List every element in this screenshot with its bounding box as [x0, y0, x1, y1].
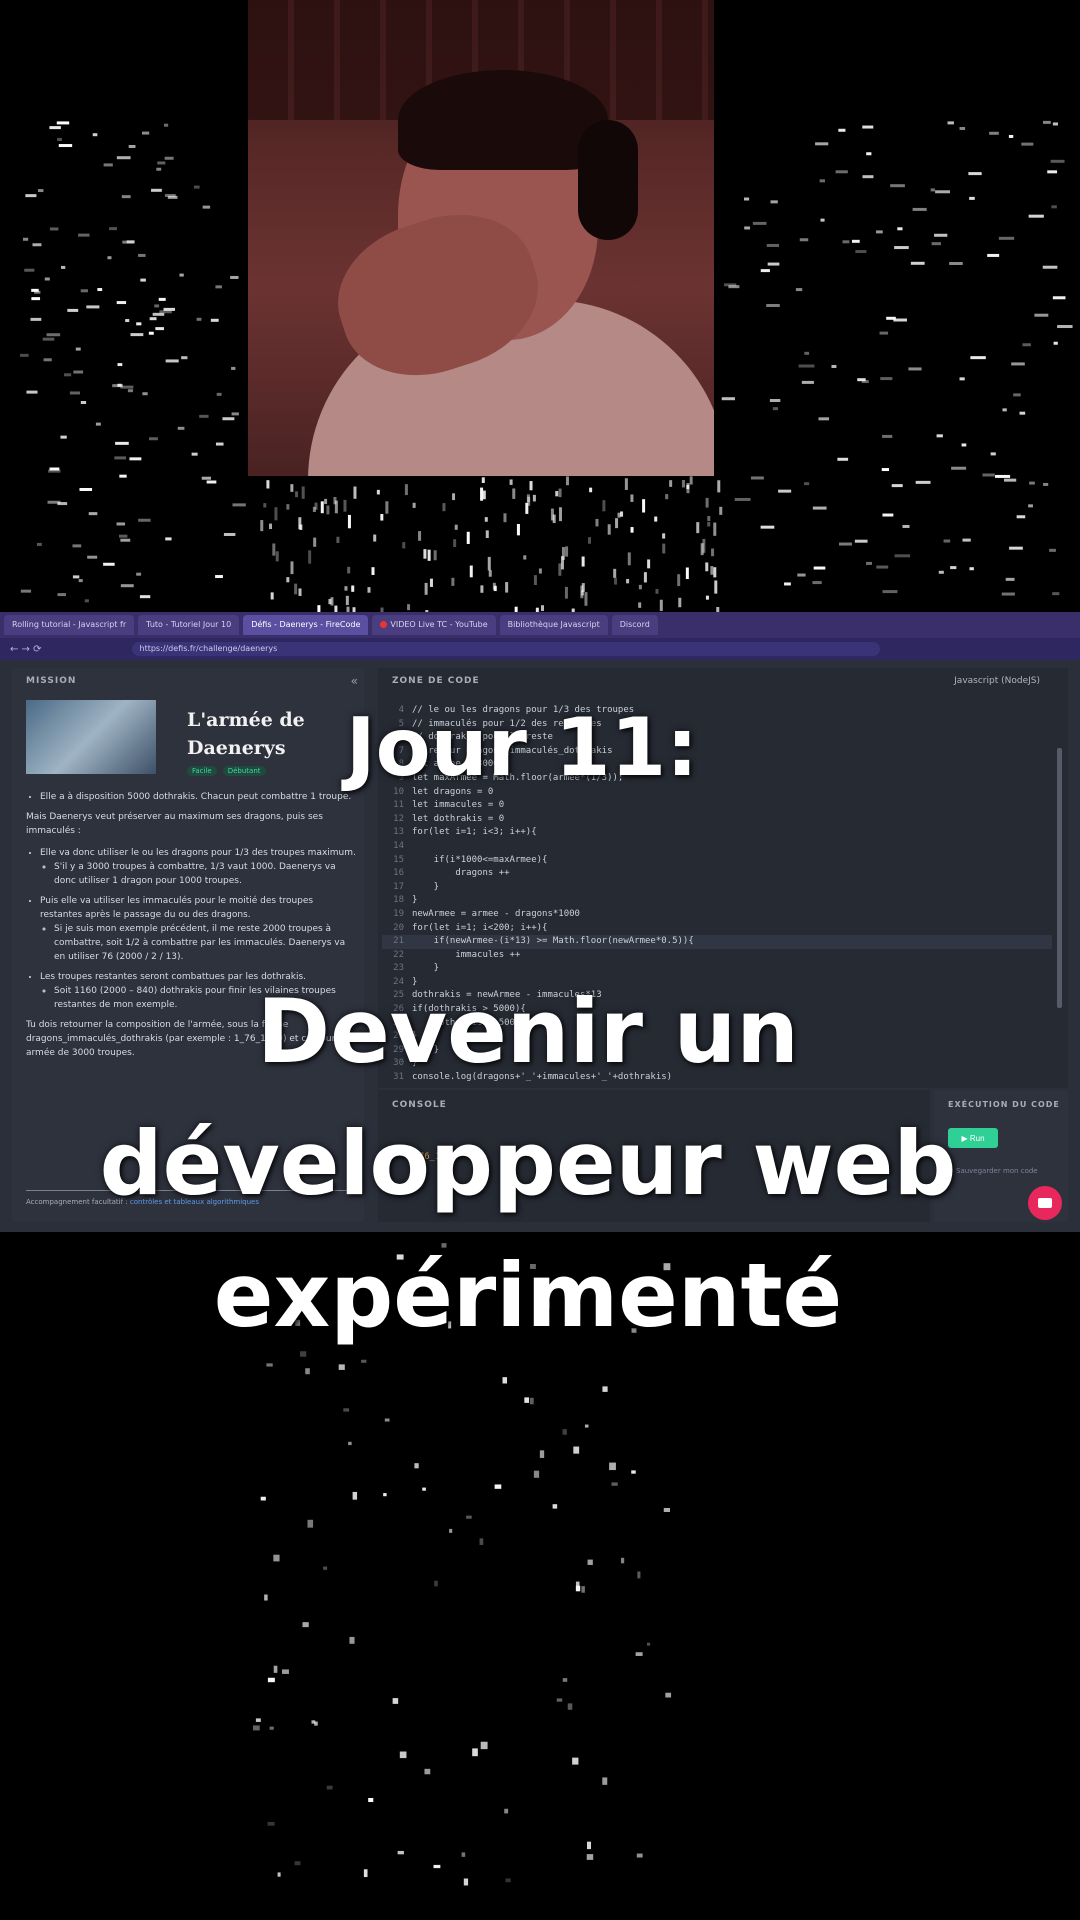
code-text: } [412, 895, 418, 906]
browser-tab-youtube[interactable]: VIDEO Live TC - YouTube [372, 615, 496, 635]
person-hair [398, 70, 608, 170]
mission-heading: MISSION [26, 676, 77, 686]
mission-subbullet: S'il y a 3000 troupes à combattre, 1/3 v… [54, 860, 356, 888]
mission-bullet-text: Elle va donc utiliser le ou les dragons … [40, 848, 356, 858]
collapse-icon[interactable]: « [351, 674, 358, 688]
line-number: 19 [393, 908, 404, 919]
line-number: 22 [393, 949, 404, 960]
line-number: 11 [393, 800, 404, 811]
code-line[interactable]: 21 if(newArmee-(i*13) >= Math.floor(newA… [382, 935, 1052, 949]
line-number: 15 [393, 854, 404, 865]
code-text: for(let i=1; i<200; i++){ [412, 922, 548, 933]
webcam-feed [248, 0, 714, 476]
url-input[interactable]: https://defis.fr/challenge/daenerys [131, 642, 880, 656]
line-number: 21 [393, 936, 404, 947]
mission-intro: Mais Daenerys veut préserver au maximum … [26, 812, 323, 836]
editor-heading: ZONE DE CODE [392, 676, 480, 686]
code-text: dragons ++ [412, 868, 510, 879]
code-line[interactable]: 18} [382, 894, 1052, 908]
overlay-line: expérimenté [213, 1244, 843, 1347]
code-line[interactable]: 20 for(let i=1; i<200; i++){ [382, 922, 1052, 936]
tab-label: VIDEO Live TC - YouTube [390, 620, 488, 629]
address-bar-row: ← → ⟳ https://defis.fr/challenge/daenery… [0, 638, 1080, 660]
code-line[interactable]: 12 let dothrakis = 0 [382, 813, 1052, 827]
code-line[interactable]: 22 immacules ++ [382, 949, 1052, 963]
code-text: } [412, 881, 440, 892]
code-text: if(newArmee-(i*13) >= Math.floor(newArme… [412, 936, 694, 947]
line-number: 13 [393, 827, 404, 838]
browser-tab[interactable]: Rolling tutorial - Javascript fr [4, 615, 135, 635]
mission-bullet: Elle va donc utiliser le ou les dragons … [40, 846, 356, 888]
code-text: for(let i=1; i<3; i++){ [412, 827, 537, 838]
code-line[interactable]: 19 newArmee = armee - dragons*1000 [382, 908, 1052, 922]
overlay-line: développeur web [99, 1112, 957, 1215]
language-select[interactable]: Javascript (NodeJS) [954, 676, 1040, 686]
line-number: 18 [393, 895, 404, 906]
youtube-icon [380, 621, 388, 628]
code-line[interactable]: 11 let immacules = 0 [382, 799, 1052, 813]
line-number: 17 [393, 881, 404, 892]
code-line[interactable]: 16 dragons ++ [382, 867, 1052, 881]
browser-tab-bar: Rolling tutorial - Javascript fr Tuto - … [0, 612, 1080, 638]
browser-tab[interactable]: Tuto - Tutoriel Jour 10 [138, 615, 240, 635]
headset [578, 120, 638, 240]
line-number: 12 [393, 813, 404, 824]
code-line[interactable]: 15 if(i*1000<=maxArmee){ [382, 854, 1052, 868]
browser-tab-active[interactable]: Défis - Daenerys - FireCode [243, 615, 369, 635]
code-text: let immacules = 0 [412, 800, 505, 811]
code-text: newArmee = armee - dragons*1000 [412, 908, 580, 919]
code-text: let dothrakis = 0 [412, 813, 505, 824]
line-number: 14 [393, 840, 404, 851]
code-line[interactable]: 17 } [382, 881, 1052, 895]
mission-subbullet: Si je suis mon exemple précédent, il me … [54, 922, 356, 964]
code-text: if(i*1000<=maxArmee){ [412, 854, 548, 865]
overlay-title-day: Jour 11: [345, 701, 699, 794]
nav-buttons[interactable]: ← → ⟳ [10, 644, 42, 655]
browser-tab[interactable]: Discord [611, 615, 658, 635]
overlay-line: Devenir un [257, 980, 799, 1083]
browser-tab[interactable]: Bibliothèque Javascript [499, 615, 608, 635]
code-line[interactable]: 13 for(let i=1; i<3; i++){ [382, 826, 1052, 840]
line-number: 16 [393, 868, 404, 879]
code-text: immacules ++ [412, 949, 521, 960]
mission-bullet: Puis elle va utiliser les immaculés pour… [40, 894, 356, 964]
line-number: 20 [393, 922, 404, 933]
mission-bullet-text: Puis elle va utiliser les immaculés pour… [40, 896, 314, 920]
code-line[interactable]: 14 [382, 840, 1052, 854]
overlay-title-main: Devenir un développeur web expérimenté [0, 966, 1068, 1362]
